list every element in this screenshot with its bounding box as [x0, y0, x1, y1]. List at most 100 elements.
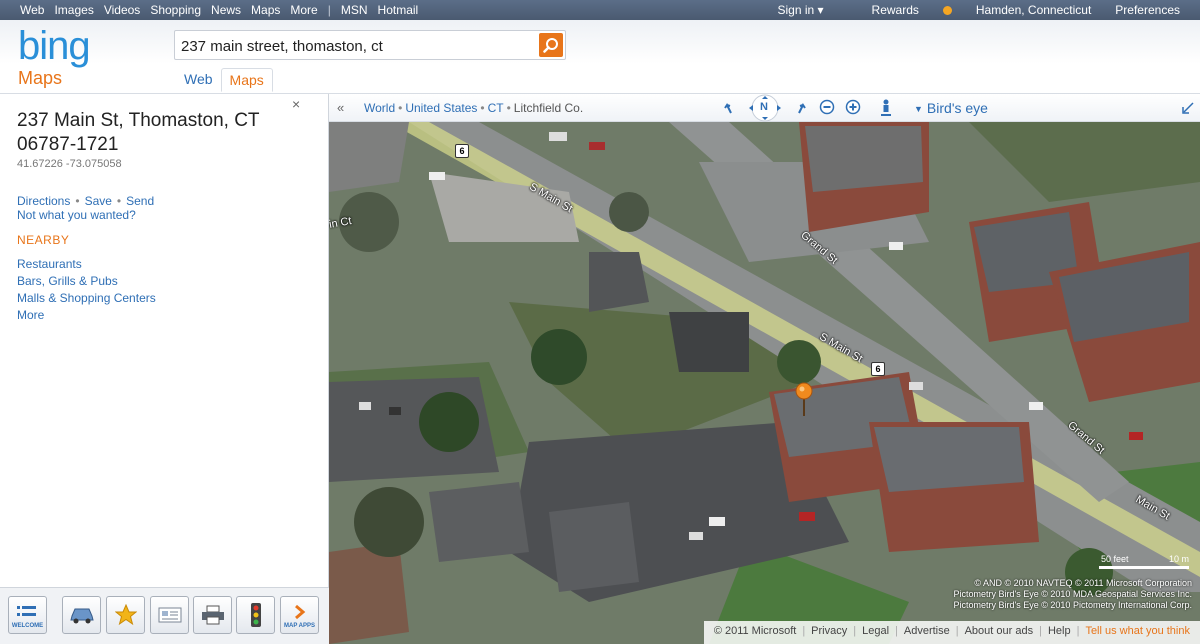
header: bing Maps Web Maps	[0, 20, 1200, 94]
address-line-2: 06787-1721	[17, 134, 119, 155]
imagery-credits: © AND © 2010 NAVTEQ © 2011 Microsoft Cor…	[954, 578, 1192, 611]
map-apps-label: MAP APPS	[283, 623, 315, 629]
business-card-button[interactable]	[150, 596, 189, 634]
nav-videos[interactable]: Videos	[104, 3, 140, 17]
preferences-link[interactable]: Preferences	[1115, 3, 1180, 17]
star-icon	[114, 604, 137, 626]
not-what-you-wanted-link[interactable]: Not what you wanted?	[17, 208, 136, 222]
breadcrumb-world[interactable]: World	[364, 101, 395, 115]
map-toolbar-bottom: WELCOME MAP APPS	[0, 587, 329, 644]
search-icon	[543, 38, 558, 53]
footer-privacy[interactable]: Privacy	[811, 625, 847, 637]
tab-maps[interactable]: Maps	[220, 68, 273, 92]
map-apps-button[interactable]: MAP APPS	[280, 596, 319, 634]
location-breadcrumb: World • United States • CT • Litchfield Co.	[364, 101, 583, 115]
footer-legal[interactable]: Legal	[862, 625, 889, 637]
print-button[interactable]	[193, 596, 232, 634]
credit-line-1: © AND © 2010 NAVTEQ © 2011 Microsoft Cor…	[974, 578, 1192, 588]
compass-control[interactable]: N	[741, 94, 789, 125]
credit-line-2: Pictometry Bird's Eye © 2010 MDA Geospat…	[953, 589, 1192, 599]
nearby-malls[interactable]: Malls & Shopping Centers	[17, 291, 156, 308]
nearby-restaurants[interactable]: Restaurants	[17, 257, 156, 274]
traffic-car-button[interactable]	[62, 596, 101, 634]
footer-advertise[interactable]: Advertise	[904, 625, 950, 637]
expand-map-icon[interactable]	[1181, 101, 1195, 115]
address-line-1: 237 Main St, Thomaston, CT	[17, 110, 260, 131]
search-tabs: Web Maps	[176, 68, 273, 92]
breadcrumb-separator: •	[506, 101, 511, 115]
nav-news[interactable]: News	[211, 3, 241, 17]
traffic-button[interactable]	[236, 596, 275, 634]
results-panel: × 237 Main St, Thomaston, CT 06787-1721 …	[0, 94, 329, 644]
breadcrumb-ct[interactable]: CT	[488, 101, 504, 115]
scale-feet-label: 50 feet	[1101, 554, 1129, 564]
footer-separator: |	[1076, 625, 1080, 637]
credit-line-3: Pictometry Bird's Eye © 2010 Pictometry …	[953, 600, 1192, 610]
tab-web[interactable]: Web	[176, 68, 221, 92]
scale-bar	[1099, 566, 1189, 569]
top-nav-right: Sign in ▾ Rewards Hamden, Connecticut Pr…	[753, 3, 1180, 17]
breadcrumb-us[interactable]: United States	[405, 101, 477, 115]
nav-web[interactable]: Web	[20, 3, 44, 17]
footer-separator: |	[853, 625, 857, 637]
printer-icon	[201, 605, 224, 625]
traffic-light-icon	[250, 603, 261, 627]
compass-north-label: N	[760, 101, 768, 113]
rotate-right-icon[interactable]	[795, 99, 809, 115]
rewards-link[interactable]: Rewards	[848, 3, 952, 17]
welcome-label: WELCOME	[11, 623, 44, 629]
footer-separator: |	[895, 625, 898, 637]
scale-meters-label: 10 m	[1168, 554, 1189, 564]
nav-maps[interactable]: Maps	[251, 3, 280, 17]
action-separator: •	[75, 194, 80, 208]
location-pin-icon[interactable]	[795, 382, 813, 418]
aerial-imagery	[329, 122, 1200, 644]
nav-images[interactable]: Images	[54, 3, 93, 17]
rewards-medal-icon	[942, 6, 952, 15]
map-footer: © 2011 Microsoft | Privacy | Legal | Advertise…	[703, 621, 1200, 644]
nav-msn[interactable]: MSN	[341, 3, 368, 17]
zoom-in-icon[interactable]	[845, 99, 861, 115]
top-navigation-bar: Web Images Videos Shopping News Maps Mor…	[0, 0, 1200, 20]
breadcrumb-county: Litchfield Co.	[513, 101, 584, 115]
top-nav-left: Web Images Videos Shopping News Maps Mor…	[20, 3, 428, 17]
streetside-person-icon[interactable]	[880, 99, 892, 117]
nearby-bars[interactable]: Bars, Grills & Pubs	[17, 274, 156, 291]
nav-hotmail[interactable]: Hotmail	[378, 3, 419, 17]
footer-feedback[interactable]: Tell us what you think	[1085, 625, 1190, 637]
close-result-button[interactable]: ×	[292, 96, 300, 112]
footer-separator: |	[955, 625, 959, 637]
breadcrumb-separator: •	[480, 101, 485, 115]
nav-shopping[interactable]: Shopping	[150, 3, 201, 17]
chevron-right-icon	[294, 604, 305, 620]
welcome-button[interactable]: WELCOME	[8, 596, 47, 634]
signin-link[interactable]: Sign in ▾	[777, 3, 823, 17]
search-input[interactable]	[181, 36, 531, 56]
collapse-panel-button[interactable]: «	[337, 100, 344, 115]
nav-separator: |	[327, 3, 331, 17]
footer-help[interactable]: Help	[1048, 625, 1071, 637]
save-link[interactable]: Save	[85, 194, 112, 208]
location-link[interactable]: Hamden, Connecticut	[976, 3, 1091, 17]
route-6-shield: 6	[455, 144, 469, 158]
card-icon	[158, 607, 181, 623]
directions-link[interactable]: Directions	[17, 194, 70, 208]
maps-section-title: Maps	[18, 68, 63, 88]
list-icon	[16, 606, 36, 617]
search-button[interactable]	[539, 33, 563, 57]
map-scale: 50 feet 10 m	[1099, 554, 1189, 576]
nav-more[interactable]: More	[290, 3, 317, 17]
birdseye-view-dropdown[interactable]: ▼ Bird's eye	[914, 100, 988, 116]
footer-about-ads[interactable]: About our ads	[965, 625, 1034, 637]
nearby-more[interactable]: More	[17, 308, 156, 325]
map-canvas[interactable]: S Main St S Main St Grand St Grand St Ma…	[329, 122, 1200, 644]
rotate-left-icon[interactable]	[721, 99, 735, 115]
favorites-button[interactable]	[106, 596, 145, 634]
bing-logo[interactable]: bing	[18, 24, 91, 69]
result-actions: Directions • Save • Send	[17, 194, 154, 208]
nearby-heading: NEARBY	[17, 233, 70, 247]
send-link[interactable]: Send	[126, 194, 154, 208]
map-navigation-bar: « World • United States • CT • Litchfield Co. …	[329, 94, 1200, 122]
zoom-out-icon[interactable]	[819, 99, 835, 115]
search-box	[174, 30, 566, 60]
